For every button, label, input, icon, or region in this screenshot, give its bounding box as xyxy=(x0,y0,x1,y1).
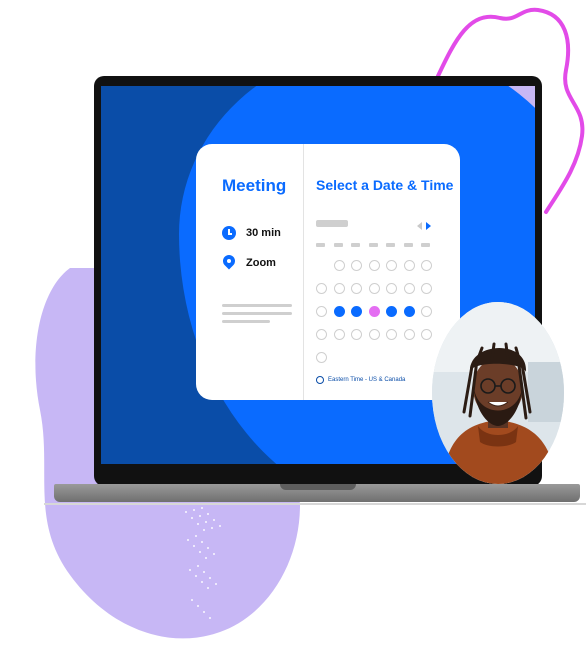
weekday-label xyxy=(403,243,413,247)
duration-row: 30 min xyxy=(222,226,281,240)
chevron-right-icon[interactable] xyxy=(426,222,431,230)
person-avatar xyxy=(432,302,564,484)
location-row: Zoom xyxy=(222,255,276,271)
timezone-text: Eastern Time - US & Canada xyxy=(328,377,406,383)
calendar-day xyxy=(368,283,380,294)
description-line xyxy=(222,304,292,307)
calendar-day-available[interactable] xyxy=(403,306,415,317)
chevron-left-icon[interactable] xyxy=(417,222,422,230)
weekday-label xyxy=(351,243,360,247)
select-date-title: Select a Date & Time xyxy=(316,177,454,193)
calendar-day xyxy=(333,260,345,271)
meeting-title: Meeting xyxy=(222,176,287,195)
clock-icon xyxy=(222,226,236,240)
calendar-day xyxy=(333,283,345,294)
calendar-day-available[interactable] xyxy=(351,306,362,317)
calendar-day xyxy=(351,329,362,340)
calendar-day xyxy=(386,329,397,340)
calendar-day xyxy=(421,283,432,294)
weekday-label xyxy=(421,243,430,247)
location-text: Zoom xyxy=(246,257,276,269)
calendar-day xyxy=(421,260,432,271)
calendar-day-available[interactable] xyxy=(333,306,345,317)
calendar-day xyxy=(421,329,432,340)
calendar-day xyxy=(403,260,415,271)
calendar-day-selected[interactable] xyxy=(368,306,380,317)
calendar-day xyxy=(351,283,362,294)
weekday-label xyxy=(368,243,378,247)
calendar-day xyxy=(316,306,327,317)
calendar-day xyxy=(403,283,415,294)
calendar-day xyxy=(386,260,397,271)
calendar-day xyxy=(421,306,432,317)
scheduling-card: Meeting 30 min Zoom Select a Date & Time… xyxy=(196,144,460,400)
table-surface-line xyxy=(44,503,586,505)
calendar-day xyxy=(368,260,380,271)
calendar-day-available[interactable] xyxy=(386,306,397,317)
calendar-day xyxy=(316,352,327,363)
description-line xyxy=(222,320,270,323)
weekday-label xyxy=(316,243,325,247)
timezone-row[interactable]: Eastern Time - US & Canada xyxy=(316,376,405,384)
month-label xyxy=(316,220,348,227)
calendar-day xyxy=(333,329,345,340)
calendar-day xyxy=(403,329,415,340)
duration-text: 30 min xyxy=(246,227,281,239)
calendar-day xyxy=(316,283,327,294)
card-divider xyxy=(303,144,304,400)
person-photo xyxy=(432,302,564,484)
map-pin-icon xyxy=(222,255,236,271)
description-line xyxy=(222,312,292,315)
calendar-day xyxy=(351,260,362,271)
globe-icon xyxy=(316,376,324,384)
calendar-day xyxy=(386,283,397,294)
calendar-day xyxy=(316,329,327,340)
weekday-label xyxy=(386,243,395,247)
calendar-day xyxy=(368,329,380,340)
laptop-hinge-notch xyxy=(280,484,356,490)
weekday-label xyxy=(333,243,343,247)
